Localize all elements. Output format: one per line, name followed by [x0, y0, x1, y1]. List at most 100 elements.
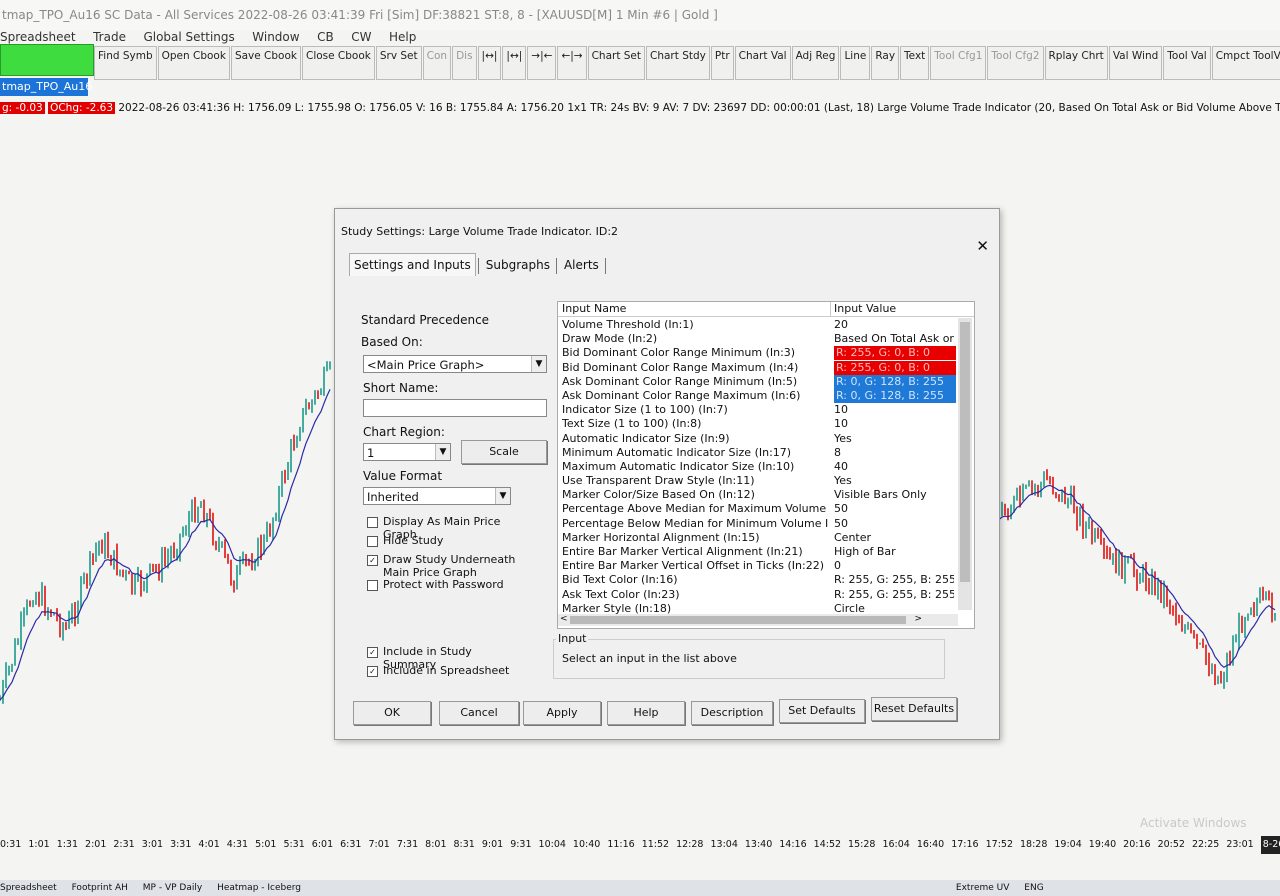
toolbar-button[interactable]: Tool Val	[1163, 46, 1211, 80]
toolbar-button[interactable]: Line	[840, 46, 871, 80]
horizontal-scrollbar[interactable]: < >	[558, 614, 958, 626]
input-value[interactable]: Based On Total Ask or	[834, 332, 954, 346]
toolbar-button[interactable]: Find Symb	[94, 46, 157, 80]
toolbar-button[interactable]: Text	[900, 46, 930, 80]
scroll-right-icon[interactable]: >	[914, 614, 922, 624]
tab-alerts[interactable]: Alerts	[560, 254, 603, 276]
toolbar-button[interactable]: |↔|	[502, 46, 527, 80]
tab-subgraphs[interactable]: Subgraphs	[482, 254, 554, 276]
checkbox-unchecked-icon[interactable]	[367, 517, 378, 528]
input-row[interactable]: Bid Dominant Color Range Minimum (In:3) R…	[558, 346, 956, 361]
input-row[interactable]: Automatic Indicator Size (In:9) Yes	[558, 432, 956, 446]
menu-help[interactable]: Help	[389, 26, 416, 48]
input-value[interactable]: High of Bar	[834, 545, 954, 559]
input-row[interactable]: Bid Text Color (In:16) R: 255, G: 255, B:…	[558, 573, 956, 587]
toolbar-button[interactable]: |↔|	[477, 46, 502, 80]
input-value[interactable]: R: 0, G: 128, B: 255	[834, 374, 956, 389]
input-value[interactable]: 20	[834, 318, 954, 332]
input-value[interactable]: 0	[834, 559, 954, 573]
toolbar-button[interactable]: Chart Val	[734, 46, 791, 80]
input-row[interactable]: Marker Horizontal Alignment (In:15) Cente…	[558, 531, 956, 545]
input-value[interactable]: Yes	[834, 474, 954, 488]
input-value[interactable]: 50	[834, 517, 954, 531]
menu-global-settings[interactable]: Global Settings	[143, 26, 234, 48]
checkbox-option[interactable]: Hide Study	[367, 534, 537, 547]
input-row[interactable]: Text Size (1 to 100) (In:8) 10	[558, 417, 956, 431]
inputs-grid[interactable]: Input Name Input Value Volume Threshold …	[557, 301, 975, 629]
input-row[interactable]: Entire Bar Marker Vertical Alignment (In…	[558, 545, 956, 559]
toolbar-button[interactable]: Ptr	[710, 46, 734, 80]
checkbox-option[interactable]: Protect with Password	[367, 578, 537, 591]
based-on-select[interactable]: <Main Price Graph> ▼	[363, 355, 547, 373]
input-value[interactable]: R: 255, G: 0, B: 0	[834, 346, 956, 361]
input-value[interactable]: 10	[834, 403, 954, 417]
toolbar-button[interactable]: Cmpct ToolVal	[1211, 46, 1280, 80]
language-indicator[interactable]: ENG	[1024, 883, 1043, 893]
tab-settings-and-inputs[interactable]: Settings and Inputs	[349, 253, 476, 276]
toolbar-button[interactable]: Val Wind	[1108, 46, 1163, 80]
toolbar-button[interactable]: Srv Set	[375, 46, 422, 80]
toolbar-button[interactable]: Close Cbook	[301, 46, 375, 80]
input-row[interactable]: Use Transparent Draw Style (In:11) Yes	[558, 474, 956, 488]
ok-button[interactable]: OK	[353, 701, 431, 725]
input-row[interactable]: Ask Dominant Color Range Maximum (In:6) R…	[558, 388, 956, 403]
checkbox-option[interactable]: ✓ Draw Study Underneath Main Price Graph	[367, 553, 537, 579]
toolbar-button[interactable]: Tool Cfg2	[987, 46, 1044, 80]
chart-tab[interactable]: tmap_TPO_Au16	[0, 78, 92, 96]
taskbar-item[interactable]: Heatmap - Iceberg	[217, 883, 301, 893]
toolbar-button[interactable]: Chart Stdy	[646, 46, 710, 80]
checkbox-unchecked-icon[interactable]	[367, 580, 378, 591]
close-icon[interactable]: ✕	[976, 237, 989, 255]
input-value[interactable]: Yes	[834, 432, 954, 446]
checkbox-checked-icon[interactable]: ✓	[367, 647, 378, 658]
taskbar-item[interactable]: Spreadsheet	[0, 883, 57, 893]
input-value[interactable]: R: 0, G: 128, B: 255	[834, 388, 956, 403]
scrollbar-thumb[interactable]	[960, 322, 970, 582]
set-defaults-button[interactable]: Set Defaults	[779, 699, 865, 723]
reset-defaults-button[interactable]: Reset Defaults	[871, 697, 957, 721]
toolbar-button[interactable]: Adj Reg	[791, 46, 840, 80]
toolbar-button[interactable]: ←|→	[557, 46, 587, 80]
input-value[interactable]: 10	[834, 417, 954, 431]
taskbar-item[interactable]: Extreme UV	[956, 883, 1010, 893]
toolbar-button[interactable]: Con	[422, 46, 452, 80]
input-value[interactable]: Center	[834, 531, 954, 545]
toolbar-button[interactable]: Rplay Chrt	[1044, 46, 1108, 80]
toolbar-button[interactable]: →|←	[527, 46, 557, 80]
input-value[interactable]: 40	[834, 460, 954, 474]
short-name-input[interactable]	[363, 399, 547, 417]
taskbar-item[interactable]: Footprint AH	[72, 883, 128, 893]
input-row[interactable]: Ask Text Color (In:23) R: 255, G: 255, B:…	[558, 588, 956, 602]
checkbox-option[interactable]: ✓ Include in Spreadsheet	[367, 664, 537, 677]
input-value[interactable]: 50	[834, 502, 954, 516]
input-row[interactable]: Marker Color/Size Based On (In:12) Visibl…	[558, 488, 956, 502]
scrollbar-thumb[interactable]	[570, 616, 906, 624]
column-header-input-value[interactable]: Input Value	[834, 302, 896, 316]
vertical-scrollbar[interactable]	[958, 318, 972, 610]
column-header-input-name[interactable]: Input Name	[562, 302, 626, 316]
input-row[interactable]: Minimum Automatic Indicator Size (In:17)…	[558, 446, 956, 460]
input-row[interactable]: Percentage Below Median for Minimum Volu…	[558, 517, 956, 531]
description-button[interactable]: Description	[691, 701, 773, 725]
toolbar-button[interactable]: Chart Set	[587, 46, 646, 80]
input-value[interactable]: R: 255, G: 255, B: 255	[834, 573, 954, 587]
input-value[interactable]: R: 255, G: 0, B: 0	[834, 360, 956, 375]
menu-window[interactable]: Window	[252, 26, 299, 48]
scroll-left-icon[interactable]: <	[560, 614, 568, 624]
input-value[interactable]: 8	[834, 446, 954, 460]
menu-cw[interactable]: CW	[351, 26, 371, 48]
scale-button[interactable]: Scale	[461, 440, 547, 464]
toolbar-button[interactable]: Ray	[871, 46, 900, 80]
toolbar-button[interactable]: Dis	[452, 46, 477, 80]
input-row[interactable]: Draw Mode (In:2) Based On Total Ask or	[558, 332, 956, 346]
taskbar-item[interactable]: MP - VP Daily	[143, 883, 202, 893]
input-value[interactable]: Visible Bars Only	[834, 488, 954, 502]
checkbox-checked-icon[interactable]: ✓	[367, 666, 378, 677]
chart-region-select[interactable]: 1 ▼	[363, 443, 451, 461]
input-value[interactable]: R: 255, G: 255, B: 255	[834, 588, 954, 602]
menu-trade[interactable]: Trade	[93, 26, 126, 48]
input-row[interactable]: Entire Bar Marker Vertical Offset in Tic…	[558, 559, 956, 573]
input-row[interactable]: Percentage Above Median for Maximum Volu…	[558, 502, 956, 516]
input-row[interactable]: Volume Threshold (In:1) 20	[558, 318, 956, 332]
toolbar-button[interactable]: Open Cbook	[157, 46, 230, 80]
